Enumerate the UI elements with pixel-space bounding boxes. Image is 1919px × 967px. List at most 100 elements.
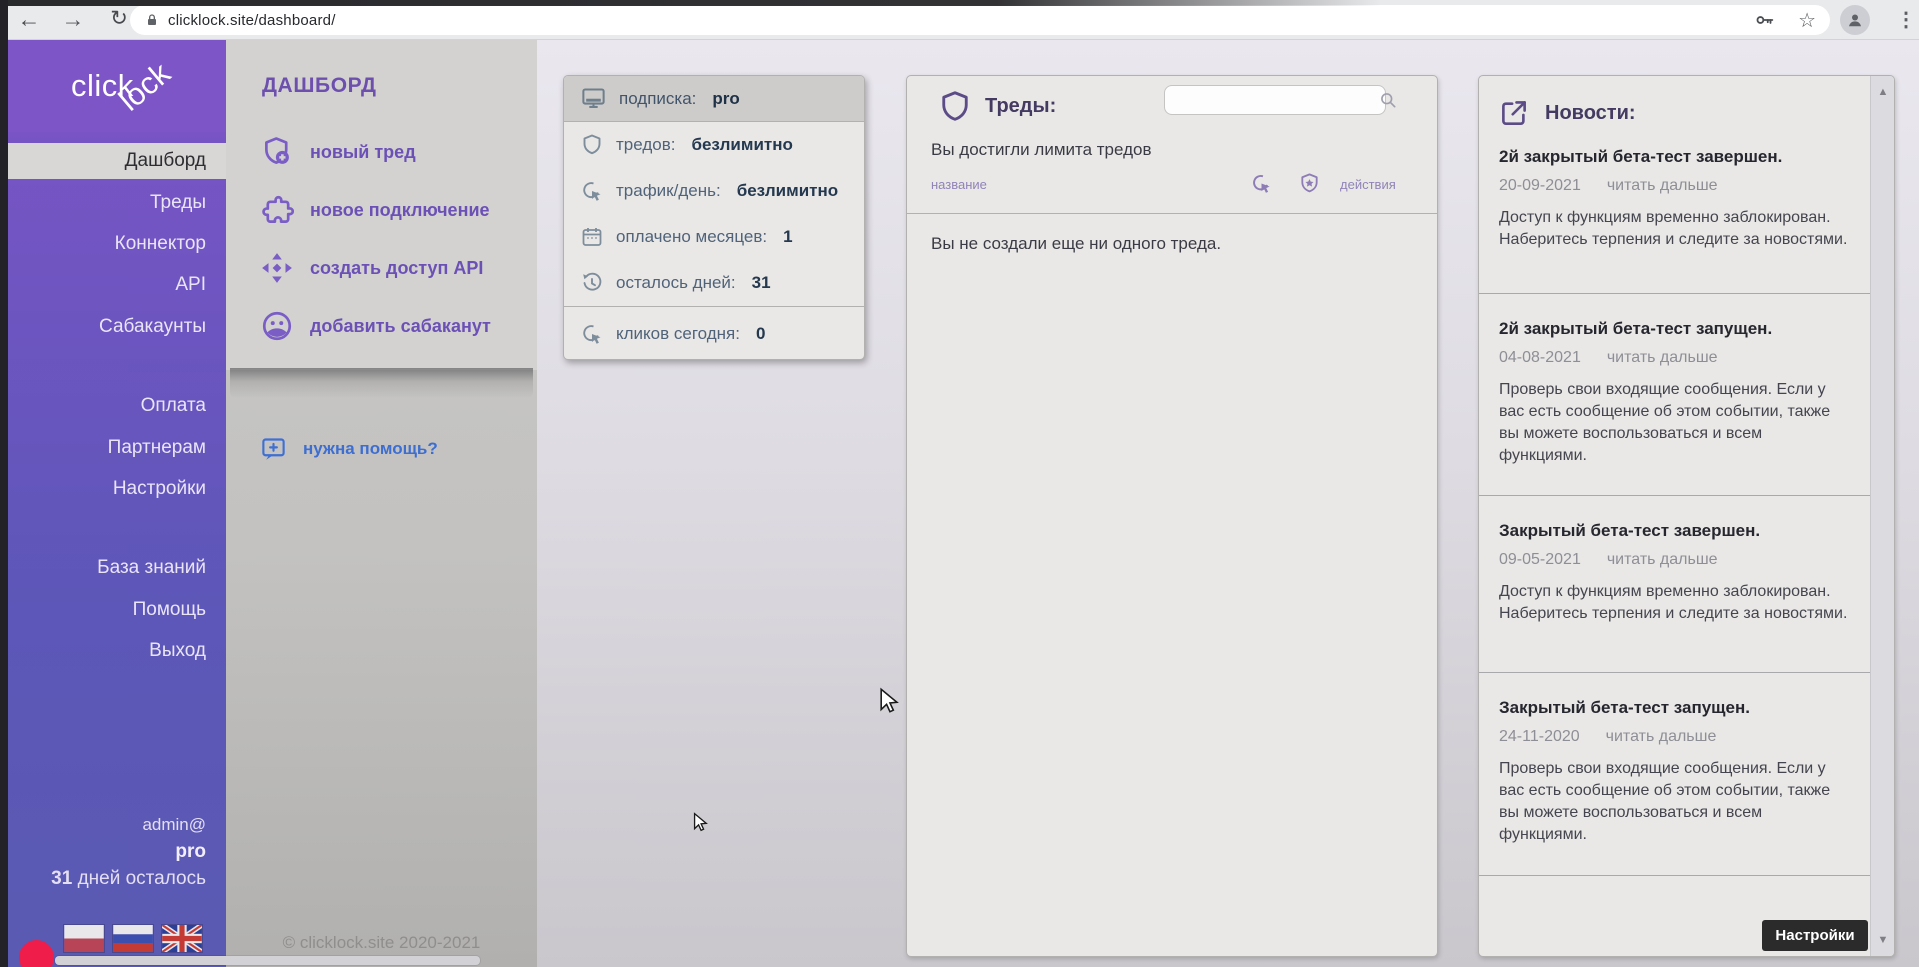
sidebar: clicklock Дашборд Треды Коннектор API Са… <box>0 40 226 967</box>
account-info: admin@ pro 31 дней осталось <box>0 815 226 890</box>
read-more-link[interactable]: читать дальше <box>1607 551 1718 569</box>
sidebar-item-connector[interactable]: Коннектор <box>0 226 226 262</box>
sidebar-item-api[interactable]: API <box>0 267 226 303</box>
sidebar-item-payment[interactable]: Оплата <box>0 388 226 424</box>
column-header-name: название <box>931 177 987 192</box>
language-switcher <box>64 925 202 952</box>
threads-search-input[interactable] <box>1165 87 1378 113</box>
news-item-body: Доступ к функциям временно заблокирован.… <box>1499 207 1852 251</box>
news-item-date: 04-08-2021 <box>1499 349 1581 367</box>
stat-label: трафик/день: <box>616 181 721 201</box>
news-list: Новости: 2й закрытый бета-тест завершен.… <box>1479 76 1872 956</box>
horizontal-scrollbar-thumb[interactable] <box>55 956 480 965</box>
stat-row-traffic: трафик/день: безлимитно <box>564 168 864 214</box>
clock-history-icon <box>580 271 604 295</box>
news-item-title: Закрытый бета-тест завершен. <box>1499 520 1852 541</box>
app-logo[interactable]: clicklock <box>0 40 226 132</box>
shield-plus-icon <box>260 135 294 169</box>
stat-label: тредов: <box>616 135 675 155</box>
external-link-icon <box>1499 98 1529 128</box>
threads-limit-notice: Вы достигли лимита тредов <box>931 140 1152 160</box>
arrows-move-icon <box>260 251 294 285</box>
click-cursor-icon <box>580 179 604 203</box>
subscription-header: подписка: pro <box>564 76 864 122</box>
read-more-link[interactable]: читать дальше <box>1607 349 1718 367</box>
mouse-cursor-secondary <box>690 812 710 832</box>
calendar-icon <box>580 225 604 249</box>
shield-icon <box>580 133 604 157</box>
threads-panel: Треды: Вы достигли лимита тредов названи… <box>906 75 1438 957</box>
create-api-access-button[interactable]: создать доступ API <box>260 246 530 290</box>
account-days-left: 31 дней осталось <box>0 868 206 890</box>
news-item: Новости: 2й закрытый бета-тест завершен.… <box>1479 76 1872 294</box>
scroll-down-icon[interactable]: ▼ <box>1871 934 1895 946</box>
threads-title: Треды: <box>985 95 1056 118</box>
news-item-date: 20-09-2021 <box>1499 177 1581 195</box>
add-subaccount-button[interactable]: добавить сабаканут <box>260 304 530 348</box>
news-item-meta: 24-11-2020 читать дальше <box>1499 728 1852 746</box>
stat-value: 31 <box>752 273 771 293</box>
threads-empty-message: Вы не создали еще ни одного треда. <box>931 234 1221 254</box>
click-cursor-icon <box>580 322 604 346</box>
stat-value: безлимитно <box>737 181 838 201</box>
news-panel: Новости: 2й закрытый бета-тест завершен.… <box>1478 75 1895 957</box>
browser-profile-avatar[interactable] <box>1840 5 1870 35</box>
recording-indicator <box>19 940 54 967</box>
search-icon[interactable] <box>1378 90 1398 110</box>
browser-back-icon[interactable]: ← <box>12 2 46 36</box>
subscription-label: подписка: <box>619 89 696 109</box>
read-more-link[interactable]: читать дальше <box>1607 177 1718 195</box>
news-item-body: Проверь свои входящие сообщения. Если у … <box>1499 379 1852 466</box>
stat-row-months: оплачено месяцев: 1 <box>564 214 864 260</box>
bookmark-star-icon[interactable]: ☆ <box>1798 8 1816 33</box>
click-cursor-icon <box>1250 172 1273 195</box>
news-title: Новости: <box>1545 102 1636 125</box>
account-plan: pro <box>0 841 206 863</box>
news-item-meta: 04-08-2021 читать дальше <box>1499 349 1852 367</box>
https-lock-icon <box>144 12 160 28</box>
shield-icon <box>937 89 973 125</box>
news-scrollbar[interactable]: ▲ ▼ <box>1870 76 1894 956</box>
video-edge-left <box>0 0 8 967</box>
copyright: © clicklock.site 2020-2021 <box>226 933 537 953</box>
stat-value: 0 <box>756 324 765 344</box>
sidebar-item-subaccounts[interactable]: Сабакаунты <box>0 309 226 345</box>
card-shadow <box>230 368 533 398</box>
flag-poland-icon[interactable] <box>64 925 104 952</box>
page-body: clicklock Дашборд Треды Коннектор API Са… <box>0 40 1919 967</box>
stat-value: безлимитно <box>691 135 792 155</box>
sidebar-item-settings[interactable]: Настройки <box>0 471 226 507</box>
sidebar-item-logout[interactable]: Выход <box>0 633 226 669</box>
stat-row-clicks-today: кликов сегодня: 0 <box>564 306 864 360</box>
new-thread-button[interactable]: новый тред <box>260 130 530 174</box>
password-key-icon[interactable] <box>1754 9 1776 31</box>
stat-row-days-left: осталось дней: 31 <box>564 260 864 306</box>
news-item: Закрытый бета-тест запущен. 24-11-2020 ч… <box>1479 673 1872 876</box>
sidebar-item-help[interactable]: Помощь <box>0 592 226 628</box>
new-connection-button[interactable]: новое подключение <box>260 188 530 232</box>
news-header: Новости: <box>1499 98 1852 128</box>
sidebar-item-partners[interactable]: Партнерам <box>0 430 226 466</box>
browser-forward-icon[interactable]: → <box>56 2 90 36</box>
news-item-meta: 09-05-2021 читать дальше <box>1499 551 1852 569</box>
read-more-link[interactable]: читать дальше <box>1606 728 1717 746</box>
browser-menu-icon[interactable]: ⋮ <box>1893 4 1919 36</box>
sidebar-item-threads[interactable]: Треды <box>0 185 226 221</box>
scroll-up-icon[interactable]: ▲ <box>1871 86 1895 98</box>
days-left-label: дней осталось <box>78 868 206 889</box>
puzzle-icon <box>260 193 294 227</box>
days-left-value: 31 <box>51 868 72 889</box>
flag-uk-icon[interactable] <box>162 925 202 952</box>
stat-label: кликов сегодня: <box>616 324 740 344</box>
browser-toolbar: ← → ↻ clicklock.site/dashboard/ ☆ <box>0 0 1919 40</box>
url-bar[interactable]: clicklock.site/dashboard/ ☆ <box>130 5 1830 35</box>
need-help-link[interactable]: нужна помощь? <box>260 435 438 462</box>
news-item: Закрытый бета-тест завершен. 09-05-2021 … <box>1479 496 1872 673</box>
sidebar-item-knowledge-base[interactable]: База знаний <box>0 550 226 586</box>
sidebar-item-dashboard[interactable]: Дашборд <box>0 143 226 179</box>
news-item-date: 24-11-2020 <box>1499 728 1580 746</box>
news-item-title: 2й закрытый бета-тест запущен. <box>1499 318 1852 339</box>
monitor-icon <box>580 85 607 112</box>
flag-russia-icon[interactable] <box>113 925 153 952</box>
news-item-date: 09-05-2021 <box>1499 551 1581 569</box>
